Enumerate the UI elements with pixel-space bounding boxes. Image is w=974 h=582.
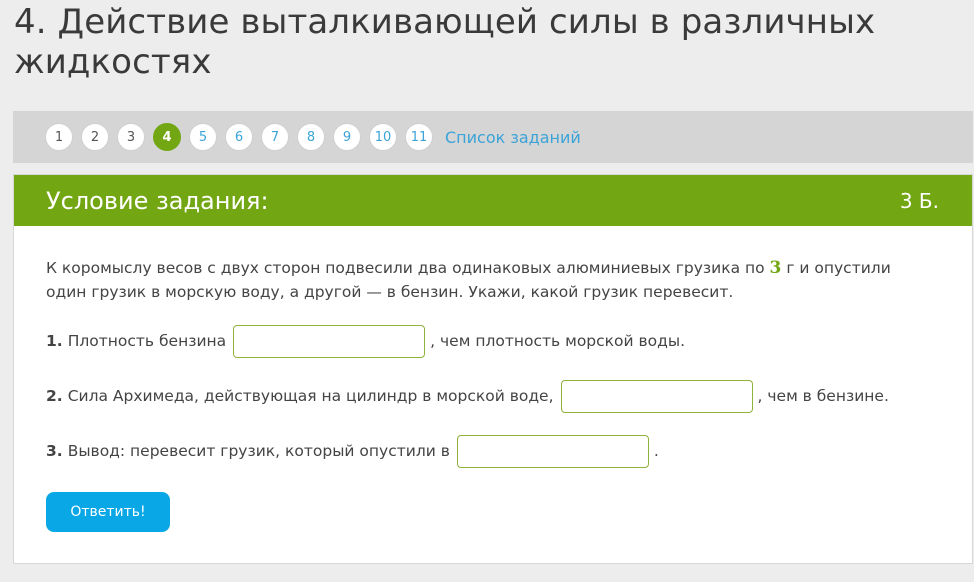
nav-item-9[interactable]: 9 [333,123,361,151]
submit-answer-button[interactable]: Ответить! [46,492,170,532]
nav-item-5[interactable]: 5 [189,123,217,151]
nav-item-3[interactable]: 3 [117,123,145,151]
question-1-answer-input[interactable] [233,324,426,358]
task-intro: К коромыслу весов с двух сторон подвесил… [46,256,916,304]
task-card: Условие задания: 3 Б. К коромыслу весов … [13,174,973,564]
question-3-number: 3. [46,442,63,460]
nav-item-7[interactable]: 7 [261,123,289,151]
task-card-body: К коромыслу весов с двух сторон подвесил… [14,226,972,532]
question-3-text-after: . [653,442,659,460]
page-title: 4. Действие выталкивающей силы в различн… [14,2,876,82]
task-card-header: Условие задания: 3 Б. [14,175,972,226]
question-3: 3. Вывод: перевесит грузик, который опус… [46,434,940,468]
nav-item-8[interactable]: 8 [297,123,325,151]
question-3-text-before: Вывод: перевесит грузик, который опустил… [67,442,450,460]
question-3-answer-input[interactable] [456,434,649,468]
task-navigation: 1 2 3 4 5 6 7 8 9 10 11 Список заданий [13,111,973,163]
nav-item-10[interactable]: 10 [369,123,397,151]
question-2-number: 2. [46,387,63,405]
task-list-link[interactable]: Список заданий [445,128,581,147]
nav-item-2[interactable]: 2 [81,123,109,151]
task-intro-before: К коромыслу весов с двух сторон подвесил… [46,259,770,277]
nav-item-1[interactable]: 1 [45,123,73,151]
question-1-number: 1. [46,332,63,350]
question-1: 1. Плотность бензина , чем плотность мор… [46,324,940,358]
nav-item-11[interactable]: 11 [405,123,433,151]
question-2-text-after: , чем в бензине. [757,387,889,405]
task-intro-mass: 3 [769,258,782,278]
nav-item-4[interactable]: 4 [153,123,181,151]
task-points: 3 Б. [899,188,939,213]
task-condition-title: Условие задания: [46,186,269,215]
question-1-text-before: Плотность бензина [67,332,227,350]
question-2-answer-input[interactable] [560,379,753,413]
nav-item-6[interactable]: 6 [225,123,253,151]
question-2: 2. Сила Архимеда, действующая на цилиндр… [46,379,940,413]
question-1-text-after: , чем плотность морской воды. [430,332,686,350]
question-2-text-before: Сила Архимеда, действующая на цилиндр в … [67,387,554,405]
